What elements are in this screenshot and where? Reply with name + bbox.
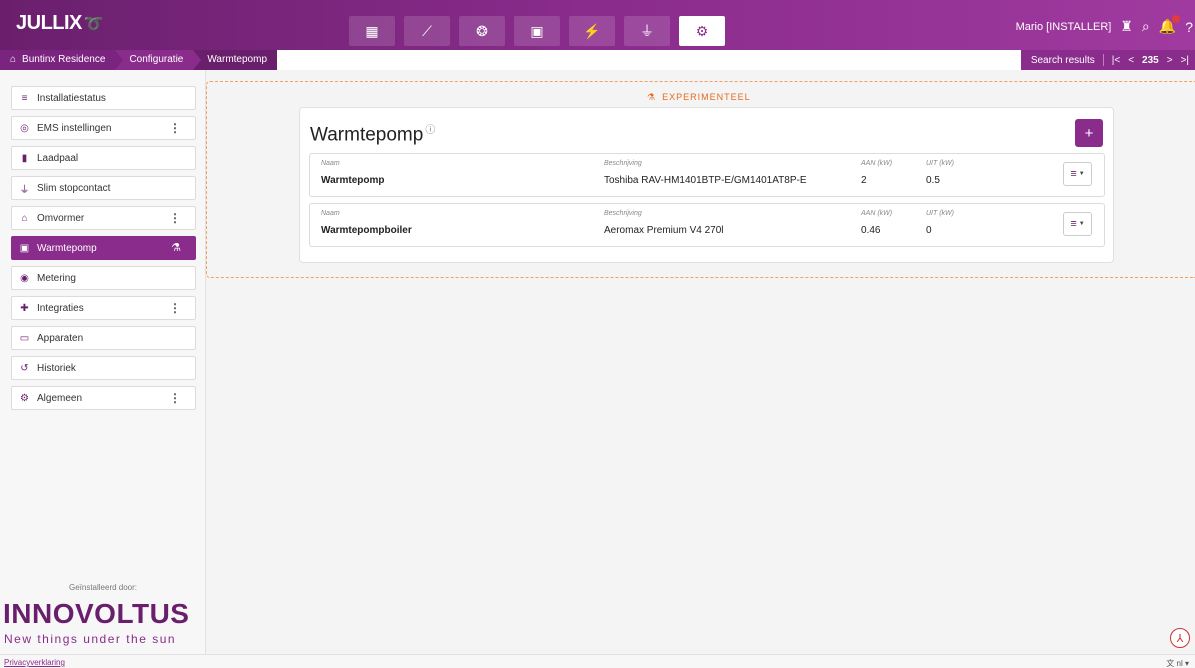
- off-label: UIT (kW): [926, 160, 954, 167]
- settings-icon[interactable]: ⚙: [679, 16, 725, 46]
- user-area: Mario [INSTALLER] ♜ ⌕ 🔔 ?: [1016, 15, 1195, 35]
- on-label: AAN (kW): [861, 210, 893, 217]
- more-icon[interactable]: ⋮: [169, 121, 181, 135]
- description-label: Beschrijving: [604, 160, 642, 167]
- meter-icon: ◉: [20, 272, 29, 284]
- money-icon[interactable]: ▣: [514, 16, 560, 46]
- jullix-logo[interactable]: JULLIX ➰: [16, 12, 104, 35]
- divider: [1102, 54, 1104, 66]
- notification-badge: [1172, 15, 1181, 23]
- add-heatpump-button[interactable]: +: [1075, 119, 1103, 147]
- status-icon: ≡: [21, 92, 28, 104]
- experimental-label: ⚗ EXPERIMENTEEL: [647, 92, 751, 102]
- description-label: Beschrijving: [604, 210, 642, 217]
- off-value: 0: [926, 225, 932, 236]
- heatpump-panel: Warmtepomp ⓘ + Naam Warmtepomp Beschrijvi…: [299, 107, 1114, 263]
- page-title: Warmtepomp ⓘ: [310, 124, 436, 146]
- description-value: Aeromax Premium V4 270l: [604, 225, 724, 236]
- next-result-button[interactable]: >: [1167, 55, 1173, 66]
- sidebar-item-slim-stopcontact[interactable]: ⏚ Slim stopcontact: [11, 176, 196, 200]
- last-result-button[interactable]: >|: [1181, 55, 1189, 66]
- footer: Privacyverklaring 文 nl ▾: [0, 654, 1195, 668]
- result-number: 235: [1142, 54, 1159, 66]
- caret-down-icon: ▼: [1078, 221, 1085, 227]
- name-label: Naam: [321, 210, 340, 217]
- installer-tagline: New things under the sun: [4, 632, 177, 646]
- help-icon[interactable]: ?: [1185, 19, 1193, 35]
- installed-by-label: Geïnstalleerd door:: [68, 583, 138, 592]
- charger-icon: ▮: [21, 152, 28, 164]
- breadcrumb-warmtepomp[interactable]: Warmtepomp: [193, 50, 278, 70]
- privacy-link[interactable]: Privacyverklaring: [4, 658, 65, 667]
- brain-icon[interactable]: ❂: [459, 16, 505, 46]
- on-value: 0.46: [861, 225, 881, 236]
- bell-icon[interactable]: 🔔: [1159, 15, 1181, 35]
- plug-icon[interactable]: ⏚: [624, 16, 670, 46]
- more-icon[interactable]: ⋮: [169, 391, 181, 405]
- sidebar-item-installatiestatus[interactable]: ≡ Installatiestatus: [11, 86, 196, 110]
- sidebar-item-algemeen[interactable]: ⚙ Algemeen ⋮: [11, 386, 196, 410]
- gear-icon: ⚙: [20, 392, 29, 404]
- name-value: Warmtepompboiler: [321, 225, 412, 236]
- menu-icon: ≡: [1070, 218, 1077, 230]
- breadcrumb-configuratie[interactable]: Configuratie: [115, 50, 202, 70]
- puzzle-icon: ✚: [20, 302, 29, 314]
- sidebar-item-historiek[interactable]: ↺ Historiek: [11, 356, 196, 380]
- plug-icon: ⏚: [19, 184, 30, 196]
- pdf-icon[interactable]: ⅄: [1170, 628, 1190, 648]
- name-label: Naam: [321, 160, 340, 167]
- first-result-button[interactable]: |<: [1112, 55, 1120, 66]
- installer-logo[interactable]: INNOVOLTUS: [3, 598, 189, 630]
- sidebar-item-laadpaal[interactable]: ▮ Laadpaal: [11, 146, 196, 170]
- on-value: 2: [861, 175, 867, 186]
- search-results-nav: Search results |< < 235 > >|: [1020, 50, 1195, 70]
- sidebar-item-metering[interactable]: ◉ Metering: [11, 266, 196, 290]
- more-icon[interactable]: ⋮: [169, 211, 181, 225]
- help-icon[interactable]: ⓘ: [425, 125, 435, 136]
- search-results-label[interactable]: Search results: [1031, 55, 1095, 66]
- breadcrumb-bar: ⌂ Buntinx Residence Configuratie Warmtepo…: [0, 50, 1195, 70]
- on-label: AAN (kW): [861, 160, 893, 167]
- sidebar-item-integraties[interactable]: ✚ Integraties ⋮: [11, 296, 196, 320]
- list-item[interactable]: Naam Warmtepompboiler Beschrijving Aerom…: [309, 203, 1105, 247]
- off-label: UIT (kW): [926, 210, 954, 217]
- description-value: Toshiba RAV-HM1401BTP-E/GM1401AT8P-E: [604, 175, 807, 186]
- sidebar: ≡ Installatiestatus ◎ EMS instellingen ⋮ ▮ L…: [0, 70, 206, 668]
- flask-icon: ⚗: [171, 242, 181, 254]
- breadcrumb: ⌂ Buntinx Residence Configuratie Warmtepo…: [0, 50, 278, 70]
- sidebar-item-apparaten[interactable]: ▭ Apparaten: [11, 326, 196, 350]
- home-icon: ⌂: [10, 54, 17, 65]
- home-icon: ⌂: [21, 212, 28, 224]
- menu-icon: ≡: [1070, 168, 1077, 180]
- caret-down-icon: ▼: [1078, 171, 1085, 177]
- prev-result-button[interactable]: <: [1128, 55, 1134, 66]
- language-selector[interactable]: 文 nl ▾: [1166, 658, 1189, 668]
- dashboard-icon[interactable]: ▦: [349, 16, 395, 46]
- breadcrumb-residence[interactable]: ⌂ Buntinx Residence: [0, 50, 124, 70]
- flask-icon: ⚗: [647, 92, 657, 102]
- row-menu-button[interactable]: ≡ ▼: [1063, 162, 1092, 186]
- ems-icon: ◎: [20, 122, 29, 134]
- top-bar: JULLIX ➰ ▦ ⟋ ❂ ▣ ⚡ ⏚ ⚙ Mario [INSTALLER] …: [0, 0, 1195, 50]
- installer-icon[interactable]: ♜: [1120, 18, 1133, 35]
- chart-icon[interactable]: ⟋: [404, 16, 450, 46]
- sidebar-item-warmtepomp[interactable]: ▣ Warmtepomp ⚗: [11, 236, 196, 260]
- more-icon[interactable]: ⋮: [169, 301, 181, 315]
- sidebar-item-omvormer[interactable]: ⌂ Omvormer ⋮: [11, 206, 196, 230]
- user-name[interactable]: Mario [INSTALLER]: [1016, 21, 1112, 33]
- history-icon: ↺: [20, 362, 29, 374]
- heatpump-icon: ▣: [19, 242, 30, 254]
- list-item[interactable]: Naam Warmtepomp Beschrijving Toshiba RAV…: [309, 153, 1105, 197]
- name-value: Warmtepomp: [321, 175, 385, 186]
- off-value: 0.5: [926, 175, 940, 186]
- sidebar-item-ems[interactable]: ◎ EMS instellingen ⋮: [11, 116, 196, 140]
- search-icon[interactable]: ⌕: [1142, 18, 1150, 35]
- ev-charger-icon[interactable]: ⚡: [569, 16, 615, 46]
- main-nav: ▦ ⟋ ❂ ▣ ⚡ ⏚ ⚙: [349, 16, 725, 46]
- row-menu-button[interactable]: ≡ ▼: [1063, 212, 1092, 236]
- devices-icon: ▭: [19, 332, 30, 344]
